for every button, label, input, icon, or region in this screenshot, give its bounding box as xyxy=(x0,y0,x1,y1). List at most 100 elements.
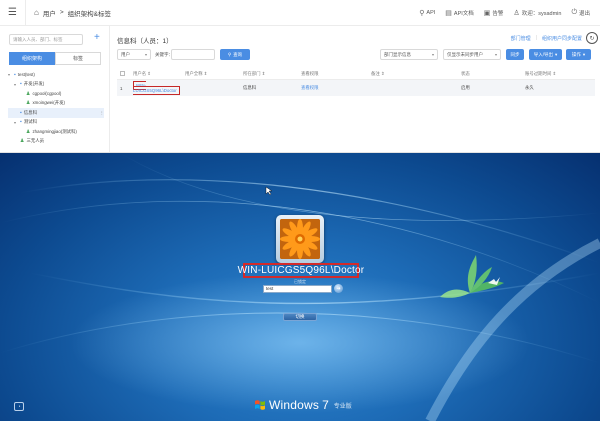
chevron-down-icon: ▾ xyxy=(554,51,558,57)
caret-icon[interactable]: ▾ xyxy=(14,82,18,87)
col-expire[interactable]: 账号过期时间 ⇕ xyxy=(525,71,585,77)
alert-icon: ▣ xyxy=(483,10,491,17)
power-icon: ⏻ xyxy=(571,9,577,16)
api-doc-label: API文档 xyxy=(453,11,474,17)
user-node-icon: ♟ xyxy=(20,138,25,145)
sidebar-tabs: 组织架构 标签 xyxy=(9,52,101,65)
search-icon: ⚲ xyxy=(227,51,232,57)
tree-item-label: xmoingwei(开发) xyxy=(32,100,65,106)
row-expire: 永久 xyxy=(525,85,534,90)
user-avatar[interactable] xyxy=(276,215,324,263)
org-node-icon: ▪ xyxy=(20,109,22,116)
sidebar: 请输入人员、部门、标签 + 组织架构 标签 ▾ ▪ test(test) ▾ ▪ 开发(开… xyxy=(0,26,110,152)
flower-avatar-icon xyxy=(280,219,320,259)
view-permission-link[interactable]: 查看权限 xyxy=(301,85,371,91)
username-link[interactable]: WIN-LUICGS5Q96L\Doctor xyxy=(133,81,180,95)
header-checkbox-cell xyxy=(117,70,127,77)
row-status: 启用 xyxy=(461,85,470,90)
windows-flag-icon xyxy=(255,400,265,410)
org-node-icon: ▪ xyxy=(20,81,22,88)
refresh-icon[interactable]: ↻ xyxy=(586,32,598,44)
col-fullname[interactable]: 用户全称 ⇕ xyxy=(185,71,243,77)
menu-toggle-icon[interactable]: ☰ xyxy=(0,0,26,26)
doc-icon: ▤ xyxy=(445,10,452,17)
submit-arrow-icon[interactable]: ➜ xyxy=(334,284,343,293)
user-node-icon: ♟ xyxy=(26,90,31,97)
brand-name: Windows xyxy=(269,398,320,412)
import-export-button[interactable]: 导入/导出 ▾ xyxy=(529,49,562,60)
api-doc-link[interactable]: ▤ API文档 xyxy=(445,9,474,17)
tree-item-label: 信息科 xyxy=(23,109,37,115)
alert-label: 告警 xyxy=(492,11,504,17)
type-select[interactable]: 用户 ▾ xyxy=(117,49,151,60)
caret-icon[interactable]: ▾ xyxy=(8,72,12,77)
chevron-down-icon: ▾ xyxy=(494,52,497,57)
dept-manage-link[interactable]: 部门管理 xyxy=(511,35,531,42)
switch-user-button[interactable]: 切换 xyxy=(283,313,317,321)
link-icon: ⚲ xyxy=(419,10,425,17)
org-search-input[interactable]: 请输入人员、部门、标签 xyxy=(9,34,83,45)
sync-filter-select[interactable]: 仅显示未同步用户 ▾ xyxy=(443,49,501,60)
breadcrumb-separator: > xyxy=(59,9,64,16)
user-node-icon: ♟ xyxy=(26,100,31,107)
tree-item[interactable]: ♟ zhangmingjiao(测试科) xyxy=(8,127,104,137)
user-menu[interactable]: ♙ 欢迎：sysadmin xyxy=(513,9,561,17)
header-links: 部门管理 | 组织用户同步配置 xyxy=(511,35,582,42)
tree-item[interactable]: ▪ 信息科 ⋮ xyxy=(8,108,104,118)
tab-tags[interactable]: 标签 xyxy=(55,52,101,65)
col-remark[interactable]: 备注 ⇕ xyxy=(371,71,461,77)
tab-org-structure[interactable]: 组织架构 xyxy=(9,52,55,65)
more-options-icon[interactable]: ⋮ xyxy=(100,110,104,116)
col-username[interactable]: 用户名 ⇕ xyxy=(127,71,185,77)
table-header: 用户名 ⇕ 用户全称 ⇕ 所在部门 ⇕ 查看权限 备注 ⇕ 状态 账号过期时间 … xyxy=(117,68,595,80)
row-username-cell: WIN-LUICGS5Q96L\Doctor xyxy=(127,81,185,95)
tree-item-label: cgpool(cgpool) xyxy=(32,91,62,97)
breadcrumb: ⌂ 用户 > 组织架构&标签 xyxy=(34,8,111,18)
col-status: 状态 xyxy=(461,70,470,76)
welcome-label: 欢迎：sysadmin xyxy=(521,11,562,17)
breadcrumb-item-org: 组织架构&标签 xyxy=(67,10,111,18)
add-icon[interactable]: + xyxy=(94,32,100,43)
alert-link[interactable]: ▣ 告警 xyxy=(484,9,504,17)
chevron-down-icon: ▾ xyxy=(431,52,434,57)
row-department: 信息科 xyxy=(243,85,257,90)
tree-item[interactable]: ♟ xmoingwei(开发) xyxy=(8,99,104,109)
admin-app: ☰ ⌂ 用户 > 组织架构&标签 ⚲ API ▤ API文档 ▣ 告警 ♙ 欢迎：sys… xyxy=(0,0,600,153)
caret-icon[interactable]: ▾ xyxy=(14,120,18,125)
sync-button[interactable]: 同步 xyxy=(506,49,524,60)
user-table: 用户名 ⇕ 用户全称 ⇕ 所在部门 ⇕ 查看权限 备注 ⇕ 状态 账号过期时间 … xyxy=(117,68,595,96)
dept-display-select[interactable]: 部门显示信息 ▾ xyxy=(380,49,438,60)
tree-item[interactable]: ♟ 三无人员 xyxy=(8,137,104,147)
api-link[interactable]: ⚲ API xyxy=(419,9,435,17)
tree-item-label: 开发(开发) xyxy=(23,81,45,87)
breadcrumb-item-users[interactable]: 用户 xyxy=(43,8,56,18)
keyword-input[interactable] xyxy=(171,49,215,60)
tree-item[interactable]: ▾ ▪ test(test) xyxy=(8,70,104,80)
logout-label: 退出 xyxy=(578,11,590,17)
tree-item[interactable]: ▾ ▪ 开发(开发) xyxy=(8,80,104,90)
search-button-label: 查询 xyxy=(233,51,243,57)
select-all-checkbox[interactable] xyxy=(120,70,125,76)
logout-button[interactable]: ⏻ 退出 xyxy=(571,9,590,17)
windows-logon-screen: WIN-LUICGS5Q96L\Doctor 已锁定 test ➜ 切换 ◔ W… xyxy=(0,153,600,421)
chevron-down-icon: ▾ xyxy=(582,51,586,57)
api-label: API xyxy=(426,10,436,16)
tree-item-label: 三无人员 xyxy=(26,138,45,144)
ease-of-access-icon[interactable]: ◔ xyxy=(14,402,24,411)
operations-button[interactable]: 操作 ▾ xyxy=(566,49,591,60)
user-icon: ♙ xyxy=(513,10,520,17)
sync-config-link[interactable]: 组织用户同步配置 xyxy=(542,35,582,42)
col-department[interactable]: 所在部门 ⇕ xyxy=(243,71,301,77)
org-node-icon: ▪ xyxy=(14,71,16,78)
tree-item[interactable]: ▾ ▪ 测试科 xyxy=(8,118,104,128)
search-button[interactable]: ⚲ 查询 xyxy=(220,49,250,60)
row-index: 1 xyxy=(120,85,123,91)
org-tree: ▾ ▪ test(test) ▾ ▪ 开发(开发) ♟ cgpool(cgpool) ♟ xmoi… xyxy=(8,70,104,146)
user-node-icon: ♟ xyxy=(26,128,31,135)
tree-item[interactable]: ♟ cgpool(cgpool) xyxy=(8,89,104,99)
col-permission: 查看权限 xyxy=(301,70,319,76)
table-row[interactable]: 1 WIN-LUICGS5Q96L\Doctor 信息科 查看权限 启用 永久 xyxy=(117,80,595,96)
home-icon[interactable]: ⌂ xyxy=(34,8,39,17)
password-input[interactable]: test xyxy=(263,285,332,293)
brand-version: 7 xyxy=(322,398,329,412)
